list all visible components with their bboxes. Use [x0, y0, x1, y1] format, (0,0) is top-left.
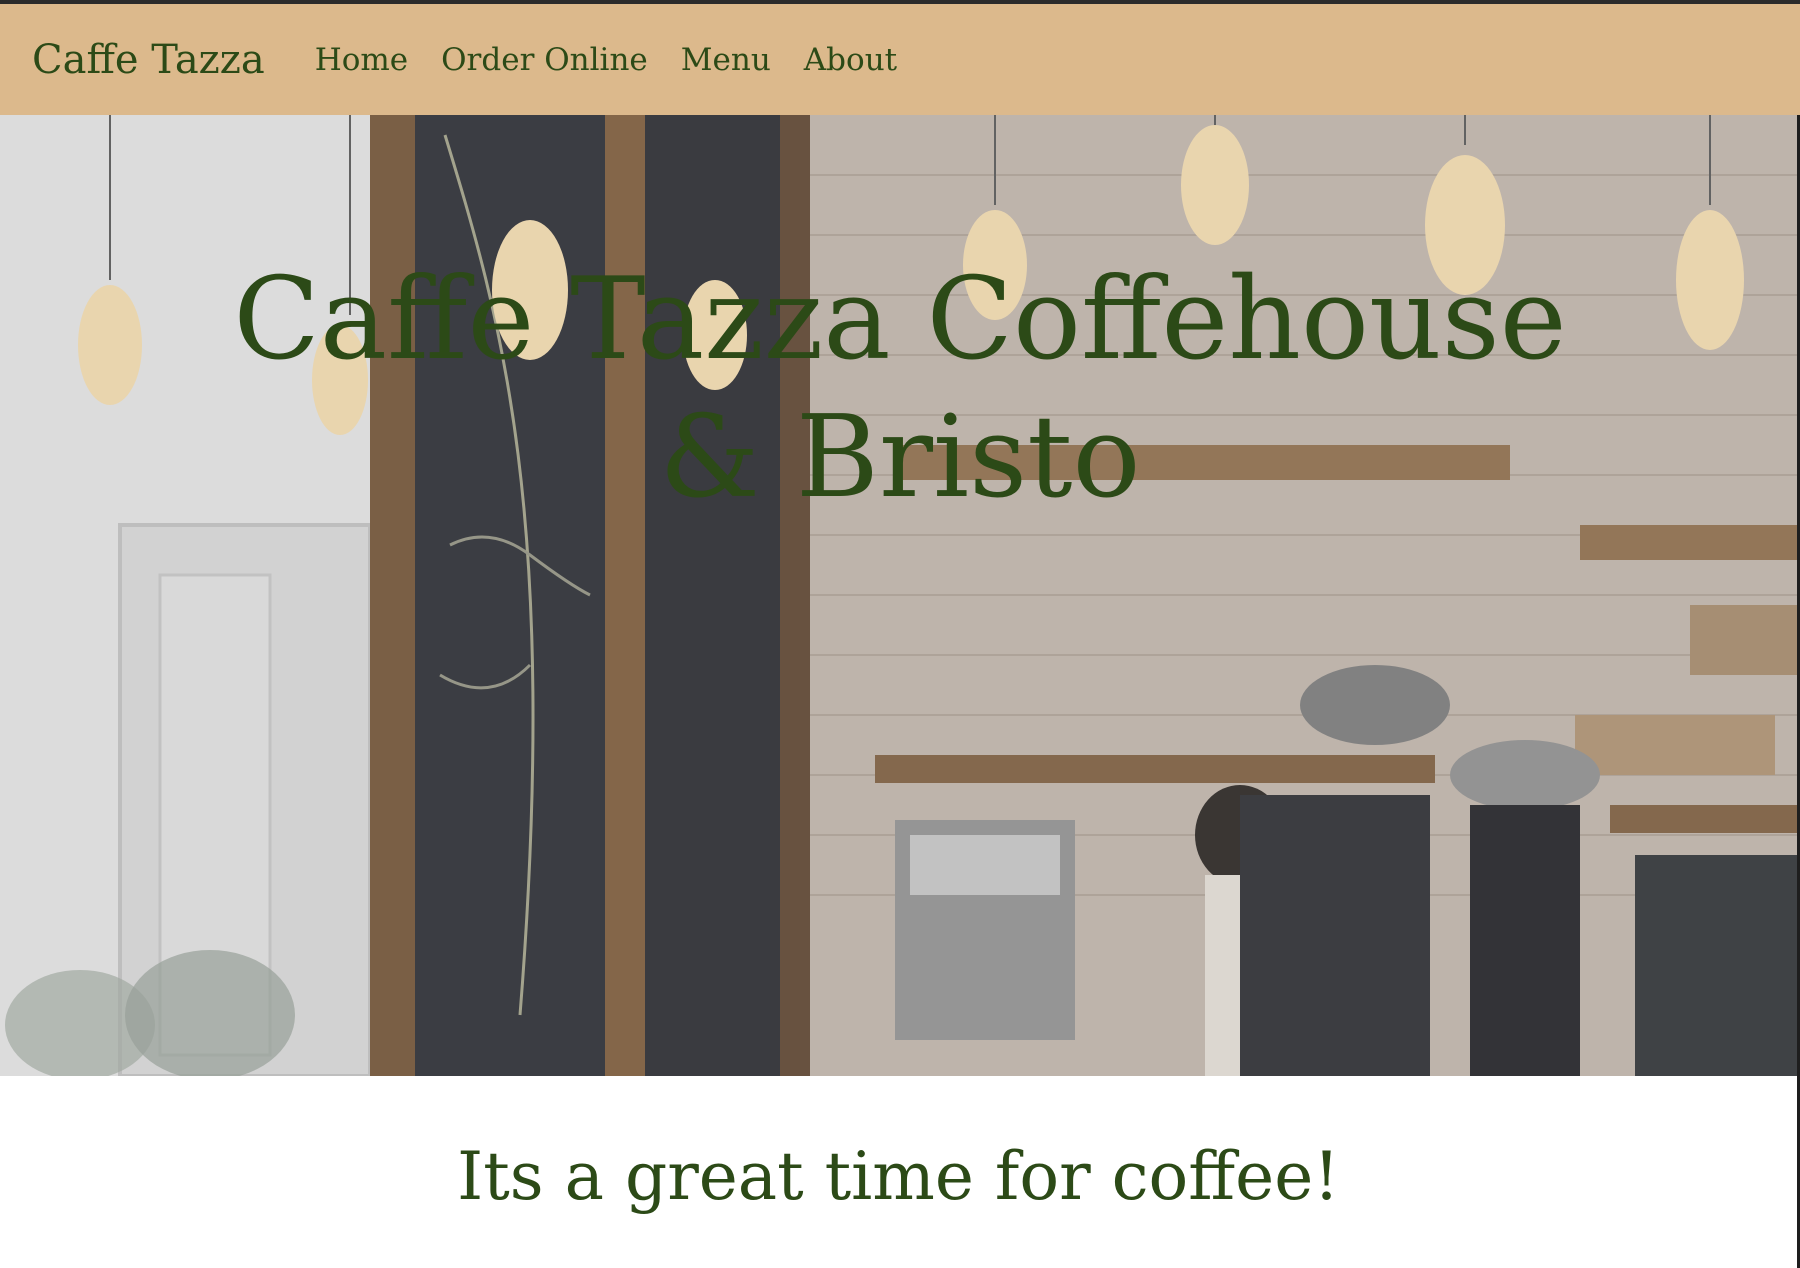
nav-menu-link[interactable]: Menu: [681, 42, 771, 78]
brand-logo-link[interactable]: Caffe Tazza: [32, 37, 265, 83]
hero-title: Caffe Tazza Coffehouse & Bristo: [233, 253, 1567, 523]
site-navbar: Caffe Tazza Home Order Online Menu About: [0, 4, 1800, 115]
hero-banner: Caffe Tazza Coffehouse & Bristo: [0, 115, 1797, 1076]
nav-about-link[interactable]: About: [804, 42, 897, 78]
nav-home-link[interactable]: Home: [315, 42, 408, 78]
nav-order-online-link[interactable]: Order Online: [441, 42, 648, 78]
main-nav: Home Order Online Menu About: [315, 42, 930, 78]
section-tagline: Its a great time for coffee!: [457, 1138, 1340, 1215]
